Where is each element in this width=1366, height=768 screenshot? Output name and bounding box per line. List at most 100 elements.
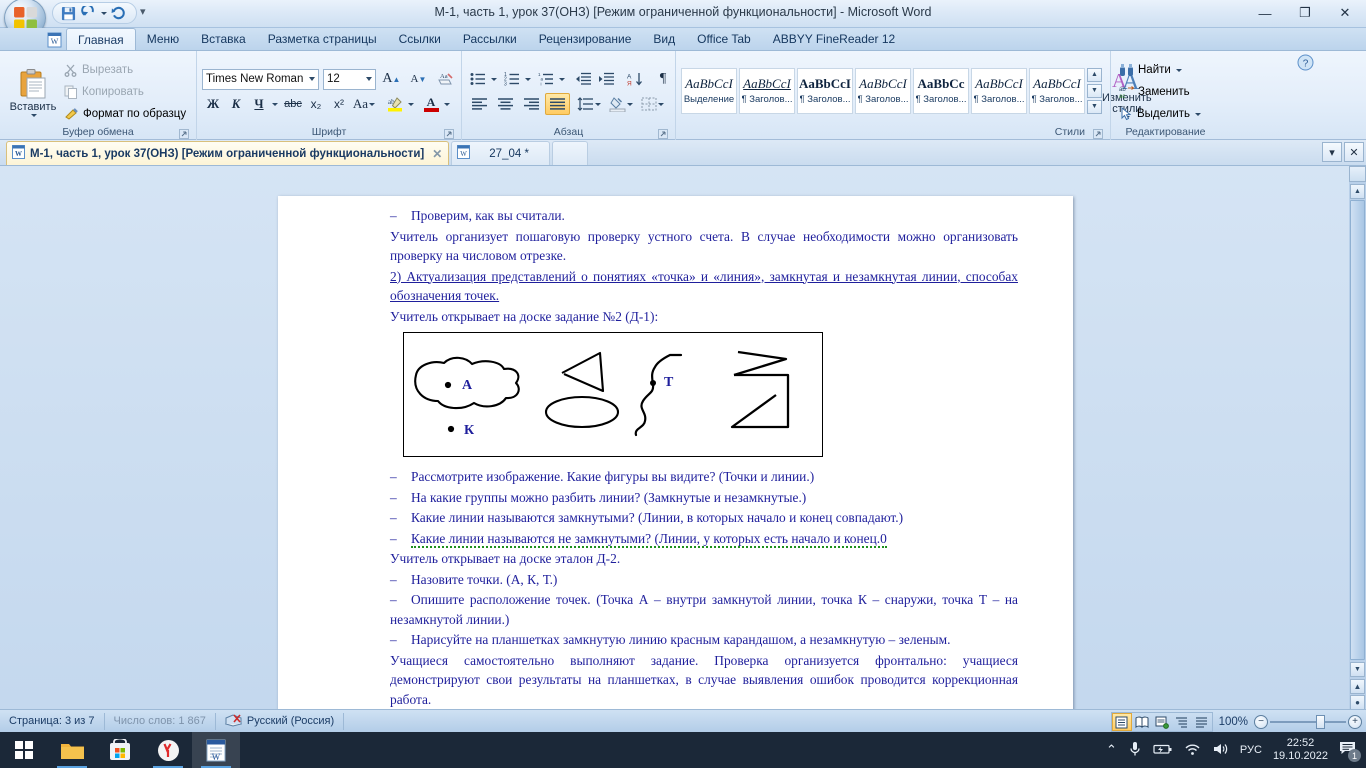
font-size-input[interactable]: 12 xyxy=(323,68,376,90)
paste-button[interactable]: Вставить xyxy=(5,54,61,125)
tab-office-tab[interactable]: Office Tab xyxy=(686,28,762,50)
zoom-out-button[interactable]: − xyxy=(1254,715,1268,729)
bullets-button[interactable] xyxy=(467,68,489,90)
increase-indent-button[interactable] xyxy=(595,68,617,90)
doc-tab-new[interactable] xyxy=(551,141,588,165)
select-button[interactable]: Выделить xyxy=(1116,103,1215,125)
document-text[interactable]: – Проверим, как вы считали. Учитель орган… xyxy=(390,206,1018,709)
view-full-screen-reading-button[interactable] xyxy=(1132,713,1152,731)
help-button[interactable]: ? xyxy=(1297,54,1314,76)
strikethrough-button[interactable]: abc xyxy=(282,93,304,115)
view-outline-button[interactable] xyxy=(1172,713,1192,731)
tab-abbyy-finereader[interactable]: ABBYY FineReader 12 xyxy=(762,28,907,50)
borders-button[interactable] xyxy=(639,93,665,115)
figure-box[interactable]: А К Т xyxy=(403,332,823,457)
zoom-track[interactable] xyxy=(1270,721,1346,723)
select-browse-object-button[interactable]: ● xyxy=(1350,695,1365,709)
clock[interactable]: 22:52 19.10.2022 xyxy=(1273,737,1328,763)
style-item[interactable]: AaBbCcI ¶ Заголов... xyxy=(739,67,795,114)
styles-scroll-down-button[interactable]: ▼ xyxy=(1087,83,1102,98)
change-case-button[interactable]: Aa xyxy=(351,93,377,115)
underline-dropdown-icon[interactable] xyxy=(272,102,278,106)
microphone-icon[interactable] xyxy=(1128,741,1142,760)
view-draft-button[interactable] xyxy=(1192,713,1212,731)
style-item[interactable]: AaBbCcI ¶ Заголов... xyxy=(1029,67,1085,114)
replace-button[interactable]: ab ac Заменить xyxy=(1116,81,1215,103)
microsoft-word-button[interactable]: W xyxy=(192,732,240,768)
tab-mailings[interactable]: Рассылки xyxy=(452,28,528,50)
cut-button[interactable]: Вырезать xyxy=(61,59,189,81)
microsoft-store-button[interactable] xyxy=(96,732,144,768)
status-language[interactable]: Русский (Россия) xyxy=(216,712,345,730)
notifications-button[interactable]: 1 xyxy=(1339,740,1361,762)
doc-tab-inactive[interactable]: W 27_04 * xyxy=(451,141,550,165)
file-explorer-button[interactable] xyxy=(48,732,96,768)
tab-home[interactable]: Главная xyxy=(66,28,136,50)
tab-review[interactable]: Рецензирование xyxy=(528,28,643,50)
styles-scroll-up-button[interactable]: ▲ xyxy=(1087,67,1102,82)
tabbar-close-button[interactable]: ✕ xyxy=(1344,142,1364,162)
find-dropdown-icon[interactable] xyxy=(1175,68,1182,72)
show-formatting-marks-button[interactable]: ¶ xyxy=(652,68,674,90)
find-button[interactable]: Найти xyxy=(1116,59,1215,81)
style-item[interactable]: AaBbCc ¶ Заголов... xyxy=(913,67,969,114)
style-item[interactable]: AaBbCcI Выделение xyxy=(681,67,737,114)
justify-button[interactable] xyxy=(545,93,570,115)
font-name-input[interactable]: Times New Roman xyxy=(202,68,319,90)
format-painter-button[interactable]: Формат по образцу xyxy=(61,103,189,125)
multilevel-list-button[interactable]: 1ai xyxy=(535,68,557,90)
select-dropdown-icon[interactable] xyxy=(1195,112,1202,116)
zoom-slider[interactable]: − + xyxy=(1254,714,1362,730)
scroll-up-button[interactable]: ▲ xyxy=(1350,184,1365,199)
align-right-button[interactable] xyxy=(519,93,544,115)
align-left-button[interactable] xyxy=(467,93,492,115)
italic-button[interactable]: К xyxy=(225,93,247,115)
tab-references[interactable]: Ссылки xyxy=(388,28,452,50)
tab-page-layout[interactable]: Разметка страницы xyxy=(257,28,388,50)
close-button[interactable]: ✕ xyxy=(1326,2,1364,24)
language-indicator[interactable]: РУС xyxy=(1240,744,1262,756)
minimize-button[interactable]: — xyxy=(1246,2,1284,24)
status-word-count[interactable]: Число слов: 1 867 xyxy=(105,712,216,730)
zoom-knob[interactable] xyxy=(1316,715,1325,729)
style-item[interactable]: AaBbCcI ¶ Заголов... xyxy=(797,67,853,114)
style-item[interactable]: AaBbCcI ¶ Заголов... xyxy=(971,67,1027,114)
styles-dialog-launcher[interactable] xyxy=(1093,129,1103,139)
split-window-button[interactable] xyxy=(1349,166,1366,182)
font-color-button[interactable]: A xyxy=(420,93,442,115)
volume-icon[interactable] xyxy=(1212,742,1229,759)
sort-button[interactable]: АЯ xyxy=(624,68,646,90)
underline-button[interactable]: Ч xyxy=(248,93,270,115)
font-size-dropdown-icon[interactable] xyxy=(365,76,372,81)
copy-button[interactable]: Копировать xyxy=(61,81,189,103)
bold-button[interactable]: Ж xyxy=(202,93,224,115)
scrollbar-thumb[interactable] xyxy=(1350,200,1365,660)
zoom-level[interactable]: 100% xyxy=(1219,716,1248,728)
vertical-scrollbar[interactable]: ▲ ▼ ▲ ● ▼ xyxy=(1349,166,1366,709)
text-highlight-button[interactable]: ab xyxy=(384,93,406,115)
yandex-browser-button[interactable] xyxy=(144,732,192,768)
clear-formatting-button[interactable]: Aa xyxy=(434,68,456,90)
spelling-errors-icon[interactable] xyxy=(224,713,243,730)
align-center-button[interactable] xyxy=(493,93,518,115)
shading-button[interactable] xyxy=(608,93,634,115)
tabbar-dropdown-button[interactable]: ▾ xyxy=(1322,142,1342,162)
scroll-down-button[interactable]: ▼ xyxy=(1350,662,1365,677)
superscript-button[interactable]: x² xyxy=(328,93,350,115)
styles-more-button[interactable]: ▼ xyxy=(1087,99,1102,114)
highlight-dropdown-icon[interactable] xyxy=(408,102,414,106)
maximize-button[interactable]: ❐ xyxy=(1286,2,1324,24)
numbering-dropdown-icon[interactable] xyxy=(525,77,531,81)
font-dialog-launcher[interactable] xyxy=(444,129,454,139)
numbering-button[interactable]: 123 xyxy=(501,68,523,90)
line-spacing-button[interactable] xyxy=(576,93,602,115)
zoom-in-button[interactable]: + xyxy=(1348,715,1362,729)
show-hidden-icons-button[interactable]: ⌃ xyxy=(1106,742,1117,758)
paste-dropdown-icon[interactable] xyxy=(30,114,37,117)
bullets-dropdown-icon[interactable] xyxy=(491,77,497,81)
view-print-layout-button[interactable] xyxy=(1111,713,1132,731)
decrease-indent-button[interactable] xyxy=(572,68,594,90)
start-button[interactable] xyxy=(0,732,48,768)
status-page-number[interactable]: Страница: 3 из 7 xyxy=(0,712,105,730)
clipboard-dialog-launcher[interactable] xyxy=(179,129,189,139)
